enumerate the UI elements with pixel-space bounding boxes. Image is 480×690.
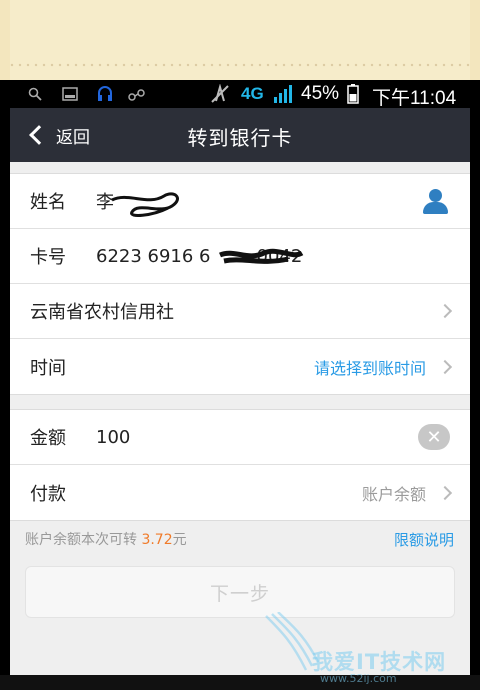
battery-percent: 45%	[301, 83, 340, 104]
card-number-tail: 0042	[256, 245, 303, 267]
arrival-time-row[interactable]: 时间 请选择到账时间	[10, 339, 470, 394]
frame-right	[470, 80, 480, 690]
clock: 下午11:04	[372, 88, 457, 109]
card-number-field[interactable]: 6223 6916 6	[96, 246, 211, 267]
paper-left-strip	[0, 0, 10, 80]
name-field[interactable]: 李	[96, 188, 114, 214]
name-row[interactable]: 姓名 李	[10, 174, 470, 229]
chevron-right-icon	[437, 359, 453, 374]
chevron-right-icon	[437, 485, 453, 500]
card-number-row[interactable]: 卡号 6223 6916 6 0042	[10, 229, 470, 284]
bank-name: 云南省农村信用社	[30, 302, 174, 323]
amount-label: 金额	[30, 428, 66, 449]
signal-icon	[274, 85, 292, 103]
title-bar: 返回 转到银行卡	[10, 108, 470, 162]
data-off-icon	[211, 84, 229, 103]
balance-hint-suffix: 元	[172, 532, 187, 548]
frame-left	[0, 80, 10, 690]
usb-icon	[128, 89, 145, 101]
redaction-scribble	[111, 192, 179, 217]
paper-dotted-edge	[0, 62, 480, 68]
page-title: 转到银行卡	[187, 126, 293, 150]
bank-row[interactable]: 云南省农村信用社	[10, 284, 470, 339]
battery-icon	[347, 84, 359, 104]
pay-method-row[interactable]: 付款 账户余额	[10, 465, 470, 520]
phone-screen: 4G 45% 下午11:04 返回 转到银行卡 姓名 李 卡号 6223 691…	[10, 80, 470, 675]
balance-amount: 3.72	[141, 532, 173, 548]
status-bar: 4G 45% 下午11:04	[10, 80, 470, 109]
pay-label: 付款	[30, 483, 66, 505]
recipient-section: 姓名 李 卡号 6223 6916 6 0042 云南省农村信用社 时间 请选择…	[10, 173, 470, 395]
amount-input[interactable]: 100	[96, 427, 130, 448]
amount-row[interactable]: 金额 100 ✕	[10, 410, 470, 465]
image-icon	[62, 87, 78, 101]
balance-hint: 账户余额本次可转 3.72元	[25, 529, 187, 549]
time-label: 时间	[30, 357, 66, 379]
next-step-button[interactable]: 下一步	[25, 566, 455, 618]
limit-info-link[interactable]: 限额说明	[394, 529, 454, 550]
card-label: 卡号	[30, 247, 66, 268]
paper-right-strip	[470, 0, 480, 80]
frame-bottom	[0, 675, 480, 690]
network-type: 4G	[241, 84, 264, 103]
clear-amount-button[interactable]: ✕	[418, 424, 450, 450]
pay-method-value: 账户余额	[361, 484, 426, 504]
balance-hint-prefix: 账户余额本次可转	[25, 532, 137, 548]
contact-icon[interactable]	[420, 186, 450, 216]
search-icon	[28, 87, 42, 101]
name-label: 姓名	[30, 192, 66, 213]
time-selector[interactable]: 请选择到账时间	[314, 355, 426, 379]
payment-section: 金额 100 ✕ 付款 账户余额	[10, 409, 470, 521]
chevron-right-icon	[437, 303, 453, 319]
paper-top	[0, 0, 480, 80]
headset-icon	[98, 86, 112, 101]
